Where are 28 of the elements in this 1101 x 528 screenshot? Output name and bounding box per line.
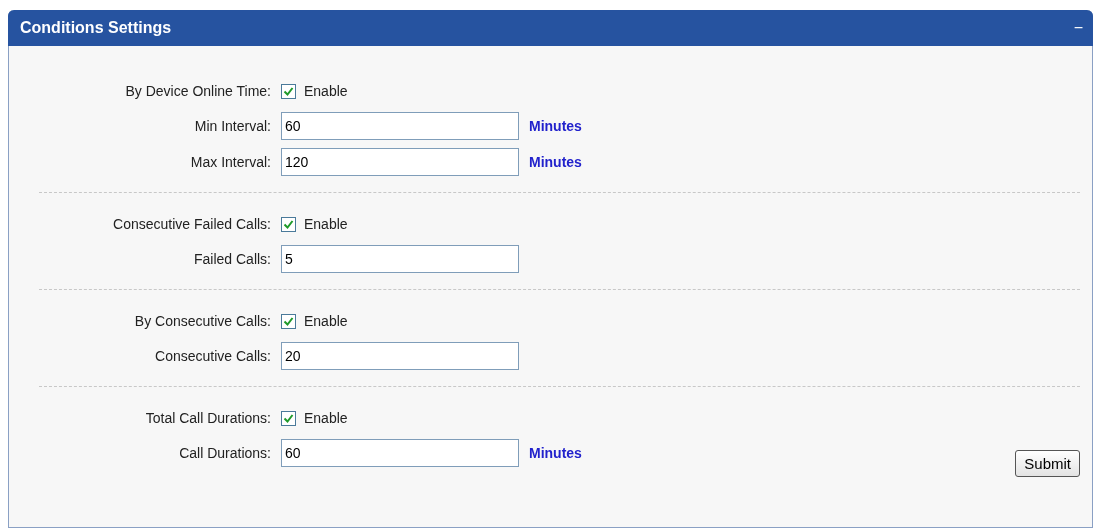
input-field[interactable]: 5 — [281, 245, 519, 273]
condition-label: Consecutive Failed Calls: — [113, 216, 271, 232]
condition-label: By Device Online Time: — [125, 83, 271, 99]
field-label: Consecutive Calls: — [155, 348, 271, 364]
unit-label: Minutes — [529, 118, 582, 134]
input-field[interactable]: 60 — [281, 112, 519, 140]
checkbox-label: Enable — [304, 313, 348, 329]
checkbox-label: Enable — [304, 410, 348, 426]
submit-button[interactable]: Submit — [1015, 450, 1080, 477]
enable-checkbox[interactable] — [281, 410, 296, 426]
panel-title: Conditions Settings — [20, 19, 172, 37]
checkbox-label: Enable — [304, 216, 348, 232]
enable-checkbox[interactable] — [281, 313, 296, 329]
field-label: Failed Calls: — [193, 251, 271, 267]
field-label: Call Durations: — [179, 445, 271, 461]
input-field[interactable]: 20 — [281, 342, 519, 370]
input-field[interactable]: 60 — [281, 439, 519, 467]
enable-checkbox[interactable] — [281, 83, 296, 99]
enable-checkbox[interactable] — [281, 216, 296, 232]
field-label: Min Interval: — [194, 118, 271, 134]
checkbox-label: Enable — [304, 83, 348, 99]
unit-label: Minutes — [529, 154, 582, 170]
condition-label: By Consecutive Calls: — [134, 313, 271, 329]
collapse-button[interactable]: − — [1073, 20, 1083, 36]
field-label: Max Interval: — [190, 154, 271, 170]
unit-label: Minutes — [529, 445, 582, 461]
input-field[interactable]: 120 — [281, 148, 519, 176]
condition-label: Total Call Durations: — [145, 410, 271, 426]
